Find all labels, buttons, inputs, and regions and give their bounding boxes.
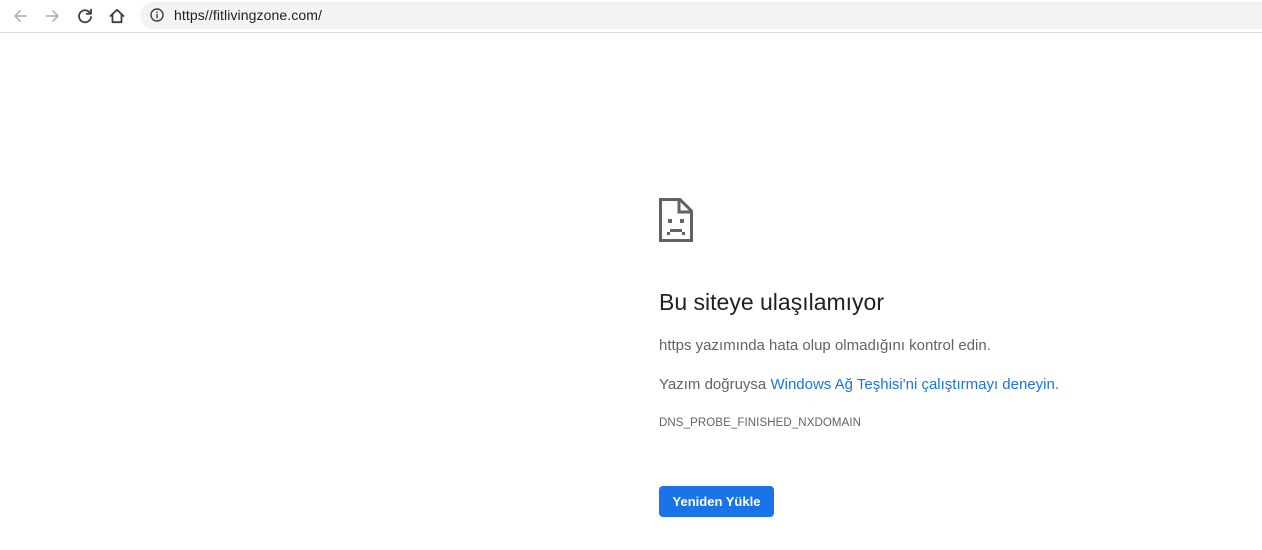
home-icon xyxy=(109,8,125,24)
url-text[interactable]: https//fitlivingzone.com/ xyxy=(174,7,322,23)
network-diagnostics-link[interactable]: Windows Ağ Teşhisi'ni çalıştırmayı deney… xyxy=(770,376,1054,393)
arrow-right-icon xyxy=(46,10,59,22)
sad-document-icon xyxy=(659,198,693,242)
arrow-left-icon xyxy=(14,10,27,22)
home-button[interactable] xyxy=(104,3,130,29)
address-bar[interactable]: https//fitlivingzone.com/ xyxy=(140,2,1262,29)
forward-button[interactable] xyxy=(40,3,66,29)
reload-page-button[interactable]: Yeniden Yükle xyxy=(659,486,774,517)
reload-icon xyxy=(78,8,92,24)
error-hint-spelling: https yazımında hata olup olmadığını kon… xyxy=(659,337,991,354)
error-code: DNS_PROBE_FINISHED_NXDOMAIN xyxy=(659,417,862,429)
error-hint-suffix: . xyxy=(1054,376,1060,393)
error-hint-prefix: Yazım doğruysa xyxy=(659,376,771,393)
error-hint-diagnostics: Yazım doğruysa Windows Ağ Teşhisi'ni çal… xyxy=(659,376,1059,393)
back-button[interactable] xyxy=(7,3,33,29)
browser-toolbar: https//fitlivingzone.com/ xyxy=(0,0,1262,33)
info-icon[interactable] xyxy=(150,8,164,22)
error-title: Bu siteye ulaşılamıyor xyxy=(659,289,884,315)
reload-button[interactable] xyxy=(72,3,98,29)
